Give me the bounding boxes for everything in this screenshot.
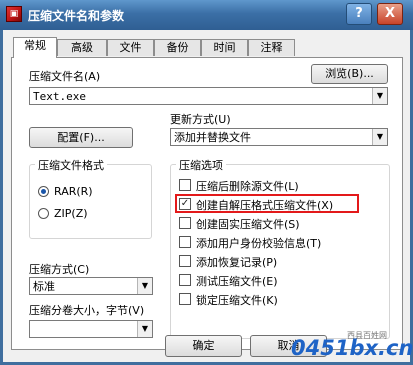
tab-backup[interactable]: 备份 bbox=[154, 39, 201, 56]
archive-name-combobox[interactable]: Text.exe ▼ bbox=[29, 87, 388, 105]
tab-files[interactable]: 文件 bbox=[107, 39, 154, 56]
archive-name-label: 压缩文件名(A) bbox=[29, 70, 101, 83]
archive-options-title: 压缩选项 bbox=[176, 157, 226, 173]
winrar-app-icon: ▣ bbox=[6, 6, 22, 22]
option-label: 测试压缩文件(E) bbox=[196, 275, 278, 288]
option-label: 添加用户身份校验信息(T) bbox=[196, 237, 322, 250]
option-label: 创建固实压缩文件(S) bbox=[196, 218, 300, 231]
update-mode-select[interactable]: 添加并替换文件 ▼ bbox=[170, 128, 388, 146]
profiles-button[interactable]: 配置(F)... bbox=[29, 127, 133, 148]
rar-radio-label: RAR(R) bbox=[54, 185, 93, 198]
split-volumes-combobox[interactable]: ▼ bbox=[29, 320, 153, 338]
option-label: 添加恢复记录(P) bbox=[196, 256, 278, 269]
zip-radio[interactable] bbox=[38, 208, 49, 219]
rar-radio[interactable] bbox=[38, 186, 49, 197]
chevron-down-icon[interactable]: ▼ bbox=[137, 321, 152, 337]
chevron-down-icon[interactable]: ▼ bbox=[372, 88, 387, 104]
rar-radio-option[interactable]: RAR(R) bbox=[38, 185, 138, 199]
ok-button[interactable]: 确定 bbox=[165, 335, 242, 357]
checkbox[interactable] bbox=[179, 179, 191, 191]
compression-method-label: 压缩方式(C) bbox=[29, 263, 90, 276]
tab-time[interactable]: 时间 bbox=[201, 39, 248, 56]
dialog-window: ▣ 压缩文件名和参数 ? X 常规 高级 文件 备份 时间 注释 压缩文件名(A… bbox=[0, 0, 413, 365]
tab-general[interactable]: 常规 bbox=[13, 37, 57, 58]
general-tab-page: 压缩文件名(A) 浏览(B)... Text.exe ▼ 更新方式(U) 配置(… bbox=[11, 57, 403, 350]
compression-method-value: 标准 bbox=[33, 280, 55, 293]
update-mode-value: 添加并替换文件 bbox=[174, 131, 251, 144]
watermark-logo: 0451bx.cn bbox=[291, 336, 413, 360]
archive-format-group: 压缩文件格式 RAR(R) ZIP(Z) bbox=[29, 157, 152, 239]
archive-options-group: 压缩选项 压缩后删除源文件(L) ✓ 创建自解压格式压缩文件(X) 创建固实压缩… bbox=[170, 157, 390, 339]
option-label: 压缩后删除源文件(L) bbox=[196, 180, 299, 193]
dialog-body: 常规 高级 文件 备份 时间 注释 压缩文件名(A) 浏览(B)... Text… bbox=[3, 30, 413, 362]
tab-comment[interactable]: 注释 bbox=[248, 39, 295, 56]
option-label: 锁定压缩文件(K) bbox=[196, 294, 278, 307]
checkbox[interactable] bbox=[179, 255, 191, 267]
checkbox[interactable] bbox=[179, 274, 191, 286]
archive-format-title: 压缩文件格式 bbox=[35, 157, 107, 173]
zip-radio-option[interactable]: ZIP(Z) bbox=[38, 207, 138, 221]
chevron-down-icon[interactable]: ▼ bbox=[137, 278, 152, 294]
archive-name-value: Text.exe bbox=[33, 90, 86, 103]
close-button[interactable]: X bbox=[377, 3, 403, 25]
split-volumes-label: 压缩分卷大小，字节(V) bbox=[29, 304, 145, 317]
help-button[interactable]: ? bbox=[346, 3, 372, 25]
title-bar: ▣ 压缩文件名和参数 ? X bbox=[0, 0, 413, 30]
checkbox[interactable] bbox=[179, 293, 191, 305]
tab-advanced[interactable]: 高级 bbox=[57, 39, 107, 56]
zip-radio-label: ZIP(Z) bbox=[54, 207, 88, 220]
window-title: 压缩文件名和参数 bbox=[28, 9, 125, 23]
chevron-down-icon[interactable]: ▼ bbox=[372, 129, 387, 145]
checkbox[interactable] bbox=[179, 236, 191, 248]
update-mode-label: 更新方式(U) bbox=[170, 113, 231, 126]
browse-button[interactable]: 浏览(B)... bbox=[311, 64, 388, 84]
checkbox[interactable] bbox=[179, 217, 191, 229]
compression-method-select[interactable]: 标准 ▼ bbox=[29, 277, 153, 295]
highlight-box bbox=[175, 194, 359, 213]
